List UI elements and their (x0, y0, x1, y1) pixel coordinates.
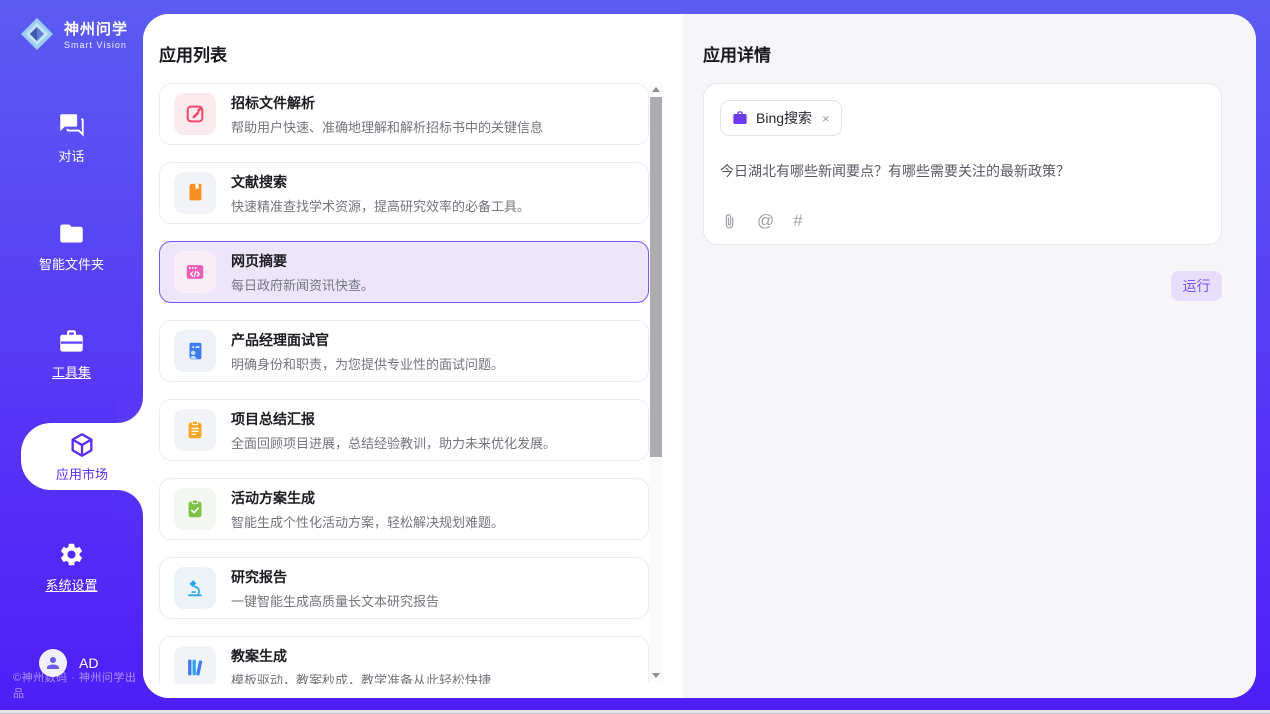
brand-title: 神州问学 (64, 18, 128, 39)
app-name: 网页摘要 (231, 251, 374, 271)
sidebar-item-toolset[interactable]: 工具集 (0, 328, 143, 381)
app-name: 项目总结汇报 (231, 409, 556, 429)
list-item-lesson-plan[interactable]: 教案生成 模板驱动，教案秒成，教学准备从此轻松快捷 (159, 636, 649, 684)
sidebar-item-label: 对话 (0, 146, 143, 165)
prompt-card: Bing搜索 × 今日湖北有哪些新闻要点？有哪些需要关注的最新政策？ @ # (703, 83, 1222, 245)
app-desc: 每日政府新闻资讯快查。 (231, 275, 374, 294)
list-item-pm-interviewer[interactable]: 产品经理面试官 明确身份和职责，为您提供专业性的面试问题。 (159, 320, 649, 382)
list-item-event-plan[interactable]: 活动方案生成 智能生成个性化活动方案，轻松解决规划难题。 (159, 478, 649, 540)
app-desc: 智能生成个性化活动方案，轻松解决规划难题。 (231, 512, 504, 531)
sidebar-item-settings[interactable]: 系统设置 (0, 541, 143, 594)
app-name: 活动方案生成 (231, 488, 504, 508)
attachment-toolbar: @ # (721, 211, 803, 231)
app-desc: 快速精准查找学术资源，提高研究效率的必备工具。 (231, 196, 530, 215)
list-item-research-report[interactable]: 研究报告 一键智能生成高质量长文本研究报告 (159, 557, 649, 619)
copyright-text: ©神州数码 · 神州问学出品 (13, 669, 143, 701)
brand-logo: 神州问学 Smart Vision (18, 15, 128, 53)
scrollbar-down-arrow-icon[interactable] (649, 668, 663, 682)
sidebar-item-chat[interactable]: 对话 (0, 112, 143, 165)
sidebar-item-label: 系统设置 (0, 575, 143, 594)
list-item-web-summary[interactable]: 网页摘要 每日政府新闻资讯快查。 (159, 241, 649, 303)
cube-icon (68, 431, 96, 459)
tool-tag-close-icon[interactable]: × (822, 111, 830, 126)
app-list-panel: 应用列表 招标文件解析 帮助用户快速、准确地理解和解析招标书中的关键信息 (143, 14, 683, 698)
paperclip-icon[interactable] (721, 213, 738, 230)
tool-tag-bing-search[interactable]: Bing搜索 × (720, 100, 842, 136)
person-doc-icon (174, 330, 216, 372)
sidebar-item-label: 应用市场 (56, 464, 108, 483)
clipboard-check-icon (174, 488, 216, 530)
query-input[interactable]: 今日湖北有哪些新闻要点？有哪些需要关注的最新政策？ (720, 161, 1205, 181)
app-desc: 明确身份和职责，为您提供专业性的面试问题。 (231, 354, 504, 373)
app-desc: 一键智能生成高质量长文本研究报告 (231, 591, 439, 610)
tool-tag-label: Bing搜索 (756, 108, 812, 128)
app-detail-title: 应用详情 (703, 41, 771, 66)
app-desc: 帮助用户快速、准确地理解和解析招标书中的关键信息 (231, 117, 543, 136)
books-icon (174, 646, 216, 684)
folder-icon (58, 220, 85, 247)
app-name: 教案生成 (231, 646, 491, 666)
browser-code-icon (174, 251, 216, 293)
scrollbar-thumb[interactable] (650, 97, 662, 457)
microscope-icon (174, 567, 216, 609)
chat-icon (58, 112, 85, 139)
app-name: 文献搜索 (231, 172, 530, 192)
list-item-bid-doc-analysis[interactable]: 招标文件解析 帮助用户快速、准确地理解和解析招标书中的关键信息 (159, 83, 649, 145)
gear-icon (58, 541, 85, 568)
app-desc: 全面回顾项目进展，总结经验教训，助力未来优化发展。 (231, 433, 556, 452)
brand-diamond-icon (18, 15, 56, 53)
sidebar-item-label: 智能文件夹 (0, 254, 143, 273)
app-name: 招标文件解析 (231, 93, 543, 113)
app-detail-panel: 应用详情 Bing搜索 × 今日湖北有哪些新闻要点？有哪些需要关注的最新政策？ … (683, 14, 1256, 698)
window-bottom-edge (0, 710, 1270, 714)
sidebar-item-app-market[interactable]: 应用市场 (21, 423, 143, 490)
app-list-title: 应用列表 (159, 41, 227, 66)
main-content: 应用列表 招标文件解析 帮助用户快速、准确地理解和解析招标书中的关键信息 (143, 14, 1256, 698)
app-desc: 模板驱动，教案秒成，教学准备从此轻松快捷 (231, 670, 491, 685)
app-name: 产品经理面试官 (231, 330, 504, 350)
sidebar-item-smart-folders[interactable]: 智能文件夹 (0, 220, 143, 273)
run-button[interactable]: 运行 (1171, 271, 1222, 301)
app-window: 神州问学 Smart Vision 对话 智能文件夹 工具集 (0, 0, 1270, 710)
app-name: 研究报告 (231, 567, 439, 587)
mention-icon[interactable]: @ (757, 211, 774, 231)
toolbox-icon (58, 328, 85, 355)
sidebar: 神州问学 Smart Vision 对话 智能文件夹 工具集 (0, 0, 143, 710)
briefcase-icon (732, 110, 748, 126)
book-icon (174, 172, 216, 214)
list-item-literature-search[interactable]: 文献搜索 快速精准查找学术资源，提高研究效率的必备工具。 (159, 162, 649, 224)
list-item-project-summary[interactable]: 项目总结汇报 全面回顾项目进展，总结经验教训，助力未来优化发展。 (159, 399, 649, 461)
brand-subtitle: Smart Vision (64, 40, 128, 50)
clipboard-icon (174, 409, 216, 451)
doc-edit-icon (174, 93, 216, 135)
hashtag-icon[interactable]: # (793, 211, 802, 231)
sidebar-item-label: 工具集 (0, 362, 143, 381)
app-list: 招标文件解析 帮助用户快速、准确地理解和解析招标书中的关键信息 文献搜索 快速精… (159, 83, 649, 684)
list-scrollbar[interactable] (649, 82, 663, 682)
scrollbar-up-arrow-icon[interactable] (649, 82, 663, 96)
